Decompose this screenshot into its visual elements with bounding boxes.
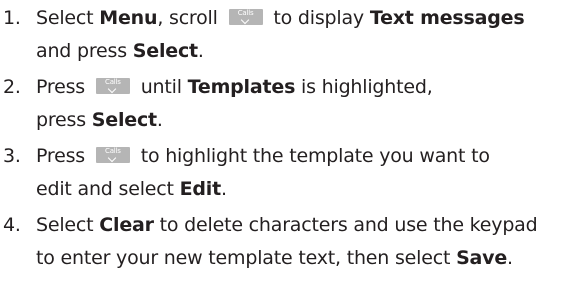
step-number: 3.: [3, 145, 21, 167]
step-text: Select: [36, 7, 100, 29]
step-text: .: [507, 247, 513, 269]
calls-nav-key-icon: Calls: [95, 147, 130, 163]
text-messages-keyword: Text messages: [369, 7, 525, 29]
step-number: 2.: [3, 76, 21, 98]
step-text: .: [197, 40, 204, 62]
step-line: to enter your new template text, then se…: [36, 242, 577, 275]
step-text: and press: [36, 40, 133, 62]
step-text: to display: [267, 7, 370, 29]
step-line: Select Menu, scroll Calls to display Tex…: [36, 2, 577, 35]
step-text: to delete characters and use the keypad: [153, 214, 538, 236]
step-text: until: [134, 76, 188, 98]
step-text: to enter your new template text, then se…: [36, 247, 457, 269]
chevron-down-icon: [240, 15, 249, 25]
chevron-down-icon: [107, 84, 117, 94]
step-1: 1. Select Menu, scroll Calls to display …: [0, 2, 577, 68]
save-keyword: Save: [456, 247, 508, 269]
instruction-steps: 1. Select Menu, scroll Calls to display …: [0, 2, 577, 278]
step-text: edit and select: [36, 178, 180, 200]
step-2: 2. Press Calls until Templates is highli…: [0, 71, 577, 137]
step-text: .: [156, 109, 163, 131]
calls-nav-key-icon: Calls: [95, 78, 130, 94]
step-line: Press Calls to highlight the template yo…: [36, 140, 577, 173]
edit-keyword: Edit: [179, 178, 222, 200]
step-line: Select Clear to delete characters and us…: [36, 209, 577, 242]
templates-keyword: Templates: [187, 76, 296, 98]
manual-page: { "key_icon": { "label": "Calls", "color…: [0, 0, 577, 283]
step-line: edit and select Edit.: [36, 173, 577, 206]
clear-keyword: Clear: [99, 214, 154, 236]
step-text: Select: [36, 214, 100, 236]
step-number: 1.: [3, 7, 21, 29]
select-keyword: Select: [132, 40, 198, 62]
select-keyword: Select: [91, 109, 157, 131]
step-line: press Select.: [36, 104, 577, 137]
step-number: 4.: [3, 214, 21, 236]
step-text: .: [220, 178, 227, 200]
step-text: to highlight the template you want to: [134, 145, 490, 167]
step-4: 4. Select Clear to delete characters and…: [0, 209, 577, 275]
menu-keyword: Menu: [99, 7, 158, 29]
step-3: 3. Press Calls to highlight the template…: [0, 140, 577, 206]
step-text: Press: [36, 145, 91, 167]
step-text: , scroll: [157, 7, 224, 29]
step-line: and press Select.: [36, 35, 577, 68]
calls-nav-key-icon: Calls: [228, 9, 263, 25]
step-text: press: [36, 109, 92, 131]
chevron-down-icon: [107, 153, 117, 163]
step-text: Press: [36, 76, 91, 98]
step-line: Press Calls until Templates is highlight…: [36, 71, 577, 104]
step-text: is highlighted,: [295, 76, 433, 98]
